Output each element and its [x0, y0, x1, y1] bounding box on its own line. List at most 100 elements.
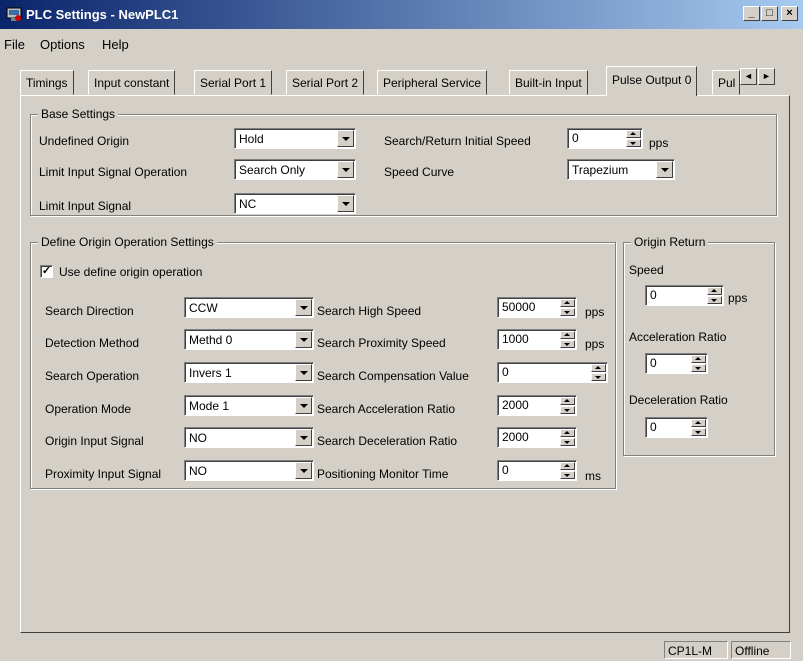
define-origin-group: Define Origin Operation Settings ✓ Use d…	[30, 235, 616, 489]
chevron-down-icon[interactable]	[295, 299, 312, 316]
define-origin-title: Define Origin Operation Settings	[38, 235, 217, 249]
tab-built-in-input[interactable]: Built-in Input	[509, 70, 588, 95]
use-define-origin-checkbox[interactable]: ✓	[40, 265, 53, 278]
spin-down-icon[interactable]	[691, 364, 706, 372]
search-operation-select[interactable]: Invers 1	[184, 362, 314, 383]
spin-down-icon[interactable]	[560, 406, 575, 414]
tab-pulse-output-0[interactable]: Pulse Output 0	[606, 66, 698, 96]
detection-method-select[interactable]: Methd 0	[184, 329, 314, 350]
spin-down-icon[interactable]	[560, 438, 575, 446]
spin-up-icon[interactable]	[691, 419, 706, 427]
tab-scroll-right-button[interactable]: ►	[758, 68, 775, 85]
spin-down-icon[interactable]	[560, 471, 575, 479]
operation-mode-select[interactable]: Mode 1	[184, 395, 314, 416]
speed-curve-value: Trapezium	[572, 163, 629, 177]
tab-peripheral-service[interactable]: Peripheral Service	[377, 70, 488, 95]
menu-help[interactable]: Help	[102, 37, 129, 52]
undefined-origin-value: Hold	[239, 132, 264, 146]
chevron-down-icon[interactable]	[295, 429, 312, 446]
chevron-down-icon[interactable]	[295, 364, 312, 381]
search-direction-label: Search Direction	[45, 304, 134, 318]
menu-options[interactable]: Options	[40, 37, 85, 52]
monitor-time-value: 0	[502, 463, 509, 477]
return-speed-label: Speed	[629, 263, 664, 277]
comp-value-value: 0	[502, 365, 509, 379]
search-direction-select[interactable]: CCW	[184, 297, 314, 318]
high-speed-spinner[interactable]: 50000	[497, 297, 577, 318]
spin-down-icon[interactable]	[707, 296, 722, 304]
comp-value-spinner[interactable]: 0	[497, 362, 608, 383]
monitor-time-label: Positioning Monitor Time	[317, 467, 449, 481]
spin-up-icon[interactable]	[691, 355, 706, 363]
monitor-time-spinner[interactable]: 0	[497, 460, 577, 481]
minimize-button[interactable]: _	[743, 6, 760, 21]
prox-speed-unit: pps	[585, 337, 605, 351]
close-button[interactable]: ×	[781, 6, 798, 21]
menu-bar: File Options Help	[0, 30, 803, 54]
prox-speed-spinner[interactable]: 1000	[497, 329, 577, 350]
tab-timings[interactable]: Timings	[20, 70, 74, 95]
return-decel-spinner[interactable]: 0	[645, 417, 708, 438]
spin-up-icon[interactable]	[560, 397, 575, 405]
use-define-origin-label: Use define origin operation	[59, 265, 203, 279]
spin-up-icon[interactable]	[591, 364, 606, 372]
limit-op-select[interactable]: Search Only	[234, 159, 356, 180]
maximize-button[interactable]: □	[761, 6, 778, 21]
limit-signal-label: Limit Input Signal	[39, 199, 132, 213]
limit-signal-select[interactable]: NC	[234, 193, 356, 214]
tab-serial-port-2[interactable]: Serial Port 2	[286, 70, 365, 95]
limit-signal-value: NC	[239, 197, 257, 211]
spin-down-icon[interactable]	[626, 139, 641, 147]
chevron-down-icon[interactable]	[337, 195, 354, 212]
tab-scroll-left-button[interactable]: ◄	[740, 68, 757, 85]
chevron-down-icon[interactable]	[295, 397, 312, 414]
initial-speed-spinner[interactable]: 0	[567, 128, 643, 149]
plc-settings-window: PLC Settings - NewPLC1 _ □ × File Option…	[0, 0, 803, 661]
monitor-time-unit: ms	[585, 469, 601, 483]
return-accel-spinner[interactable]: 0	[645, 353, 708, 374]
spin-up-icon[interactable]	[560, 429, 575, 437]
menu-file[interactable]: File	[4, 37, 25, 52]
base-settings-group: Base Settings Undefined Origin Hold Limi…	[30, 107, 777, 216]
undefined-origin-select[interactable]: Hold	[234, 128, 356, 149]
accel-ratio-spinner[interactable]: 2000	[497, 395, 577, 416]
return-speed-spinner[interactable]: 0	[645, 285, 724, 306]
spin-down-icon[interactable]	[560, 340, 575, 348]
tab-pulse-output-1[interactable]: Pul	[712, 70, 740, 95]
decel-ratio-label: Search Deceleration Ratio	[317, 434, 458, 448]
status-mode: Offline	[731, 641, 791, 659]
chevron-down-icon[interactable]	[337, 130, 354, 147]
spin-down-icon[interactable]	[691, 428, 706, 436]
high-speed-label: Search High Speed	[317, 304, 422, 318]
spin-down-icon[interactable]	[591, 373, 606, 381]
chevron-down-icon[interactable]	[295, 331, 312, 348]
chevron-down-icon[interactable]	[295, 462, 312, 479]
prox-signal-select[interactable]: NO	[184, 460, 314, 481]
origin-signal-select[interactable]: NO	[184, 427, 314, 448]
undefined-origin-label: Undefined Origin	[39, 134, 130, 148]
status-device: CP1L-M	[664, 641, 728, 659]
tab-input-constant[interactable]: Input constant	[88, 70, 176, 95]
prox-speed-label: Search Proximity Speed	[317, 336, 446, 350]
accel-ratio-label: Search Acceleration Ratio	[317, 402, 456, 416]
detection-method-value: Methd 0	[189, 333, 233, 347]
origin-return-group: Origin Return Speed 0 pps Acceleration R…	[623, 235, 775, 456]
spin-up-icon[interactable]	[626, 130, 641, 138]
operation-mode-value: Mode 1	[189, 399, 230, 413]
speed-curve-select[interactable]: Trapezium	[567, 159, 675, 180]
speed-curve-label: Speed Curve	[384, 165, 455, 179]
spin-up-icon[interactable]	[560, 331, 575, 339]
high-speed-unit: pps	[585, 305, 605, 319]
title-bar[interactable]: PLC Settings - NewPLC1 _ □ ×	[0, 0, 803, 29]
spin-up-icon[interactable]	[560, 462, 575, 470]
spin-down-icon[interactable]	[560, 308, 575, 316]
chevron-down-icon[interactable]	[337, 161, 354, 178]
chevron-down-icon[interactable]	[656, 161, 673, 178]
spin-up-icon[interactable]	[707, 287, 722, 295]
tab-serial-port-1[interactable]: Serial Port 1	[194, 70, 273, 95]
initial-speed-unit: pps	[649, 136, 669, 150]
spin-up-icon[interactable]	[560, 299, 575, 307]
search-operation-value: Invers 1	[189, 366, 232, 380]
return-speed-unit: pps	[728, 291, 748, 305]
decel-ratio-spinner[interactable]: 2000	[497, 427, 577, 448]
